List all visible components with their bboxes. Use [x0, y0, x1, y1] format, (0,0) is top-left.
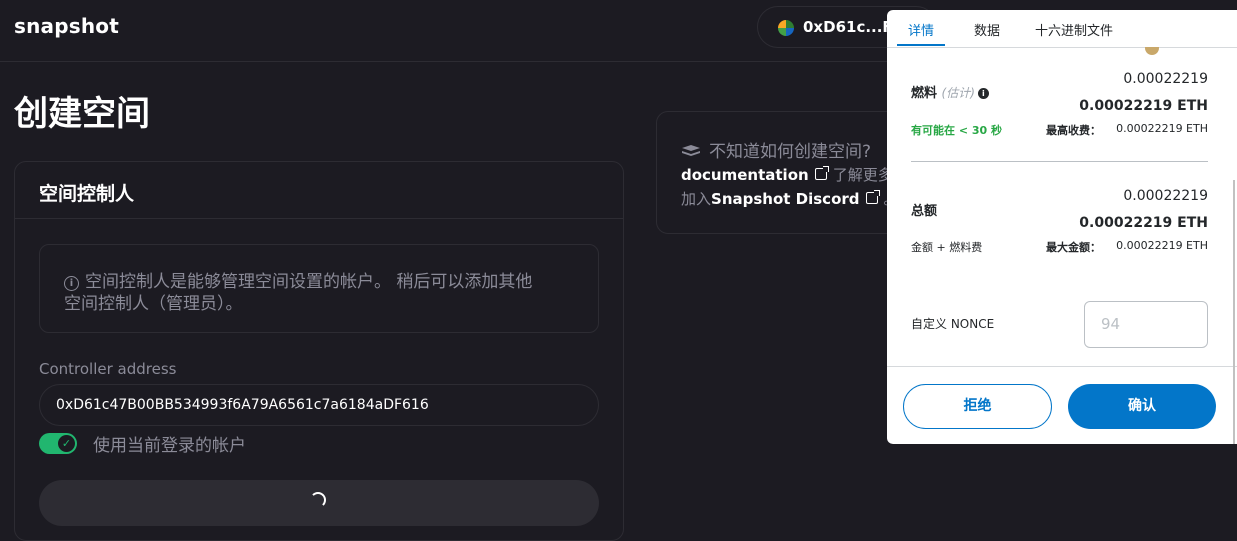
help-docs-line: documentation 了解更多 [681, 166, 893, 184]
tab-details[interactable]: 详情 [908, 20, 934, 39]
snapshot-logo[interactable]: snapshot [14, 14, 119, 38]
check-icon: ✓ [58, 435, 75, 452]
max-fee-label: 最高收费： [1046, 124, 1101, 137]
discord-link[interactable]: Snapshot Discord [711, 190, 860, 208]
divider [911, 161, 1208, 162]
popup-tabs: 详情 数据 十六进制文件 [887, 10, 1237, 48]
controller-address-label: Controller address [39, 360, 177, 378]
total-amount: 0.00022219 [1123, 188, 1208, 204]
gas-amount-eth: 0.00022219 ETH [1079, 98, 1208, 114]
footer-divider [887, 366, 1237, 367]
nonce-input[interactable]: 94 [1084, 301, 1208, 348]
reject-button[interactable]: 拒绝 [903, 384, 1052, 429]
scrollbar[interactable] [1233, 180, 1235, 444]
controller-address-input[interactable]: 0xD61c47B00BB534993f6A79A6561c7a6184aDF6… [39, 384, 599, 426]
card-title: 空间控制人 [39, 183, 135, 205]
page-title: 创建空间 [14, 94, 150, 134]
tab-hex[interactable]: 十六进制文件 [1035, 20, 1113, 39]
loading-spinner-icon [310, 492, 326, 508]
external-link-icon [865, 190, 880, 204]
external-link-icon [814, 166, 829, 180]
book-icon [681, 143, 701, 157]
submit-button[interactable] [39, 480, 599, 526]
toggle-label: 使用当前登录的帐户 [93, 436, 246, 456]
max-amount-label: 最大金额： [1046, 241, 1101, 254]
nonce-label: 自定义 NONCE [911, 317, 995, 331]
wallet-confirm-popup: 详情 数据 十六进制文件 燃料 (估计) i 0.00022219 0.00022… [887, 10, 1237, 444]
card-header: 空间控制人 [15, 162, 623, 219]
total-sub-label: 金额 + 燃料费 [911, 241, 983, 254]
gas-speed: 有可能在 < 30 秒 [911, 124, 1003, 137]
info-text-line2: 空间控制人（管理员）。 [64, 294, 243, 314]
gas-label: 燃料 (估计) i [911, 82, 989, 101]
tab-data[interactable]: 数据 [974, 20, 1000, 39]
controller-card: 空间控制人 i 空间控制人是能够管理空间设置的帐户。 稍后可以添加其他 空间控制人… [14, 161, 624, 541]
help-discord-line: 加入Snapshot Discord。 [681, 188, 899, 209]
gas-amount: 0.00022219 [1123, 71, 1208, 87]
help-question: 不知道如何创建空间? [681, 137, 871, 162]
use-current-account-toggle[interactable]: ✓ [39, 433, 77, 454]
info-icon[interactable]: i [977, 88, 989, 99]
total-label: 总额 [911, 204, 938, 219]
edit-fee-peek [1145, 47, 1201, 55]
max-fee-value: 0.00022219 ETH [1116, 122, 1208, 135]
max-amount-value: 0.00022219 ETH [1116, 239, 1208, 252]
info-box: i 空间控制人是能够管理空间设置的帐户。 稍后可以添加其他 空间控制人（管理员）。 [39, 244, 599, 333]
confirm-button[interactable]: 确认 [1068, 384, 1216, 429]
active-tab-indicator [897, 44, 945, 46]
documentation-link[interactable]: documentation [681, 166, 809, 184]
account-avatar [778, 20, 794, 36]
total-amount-eth: 0.00022219 ETH [1079, 215, 1208, 231]
